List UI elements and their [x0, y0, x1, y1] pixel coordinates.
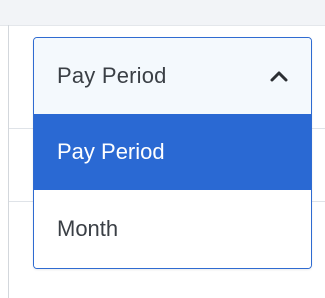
pay-period-dropdown[interactable]: Pay Period Pay Period Month: [33, 37, 312, 269]
top-background-strip: [0, 0, 325, 26]
option-pay-period[interactable]: Pay Period: [34, 114, 311, 190]
option-month[interactable]: Month: [34, 190, 311, 268]
option-label: Pay Period: [57, 139, 165, 164]
left-divider: [8, 25, 9, 298]
dropdown-toggle[interactable]: Pay Period: [34, 38, 311, 114]
option-label: Month: [57, 216, 119, 241]
dropdown-selected-value: Pay Period: [57, 63, 167, 88]
chevron-up-icon[interactable]: [269, 69, 289, 83]
